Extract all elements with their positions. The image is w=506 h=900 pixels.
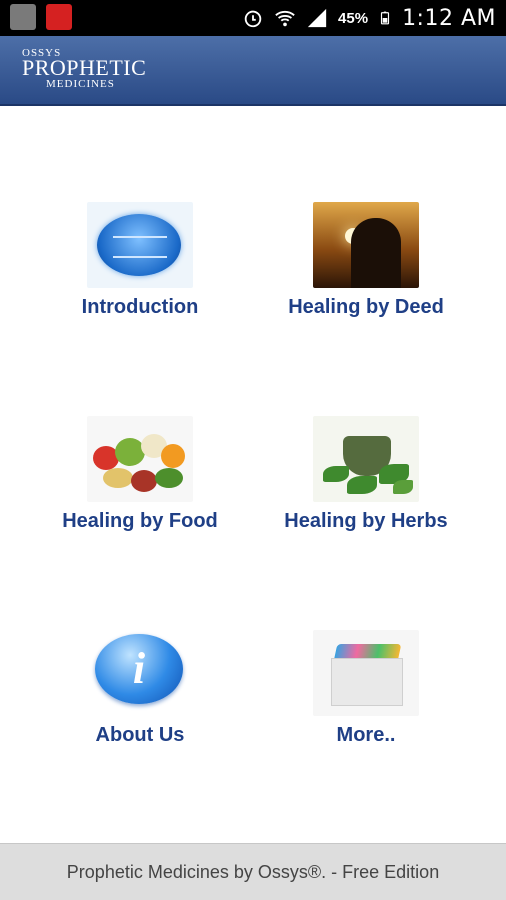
- app-header: OSSYS PROPHETIC MEDICINES: [0, 36, 506, 106]
- menu-item-healing-by-food[interactable]: Healing by Food: [40, 416, 240, 533]
- menu-item-healing-by-herbs[interactable]: Healing by Herbs: [266, 416, 466, 533]
- menu-item-label: Healing by Herbs: [284, 510, 448, 532]
- logo-line-3: MEDICINES: [46, 78, 115, 90]
- menu-item-label: Healing by Food: [62, 510, 218, 532]
- menu-item-about-us[interactable]: i About Us: [40, 630, 240, 747]
- status-time: 1:12 AM: [402, 5, 496, 31]
- menu-item-label: More..: [336, 724, 396, 746]
- introduction-image: [87, 202, 193, 288]
- app-logo: OSSYS PROPHETIC MEDICINES: [22, 48, 146, 90]
- herbs-image: [313, 416, 419, 502]
- wifi-icon: [275, 10, 295, 27]
- info-icon: i: [87, 630, 193, 716]
- signal-icon: [307, 8, 327, 28]
- menu-grid: Introduction Healing by Deed Healing by …: [0, 104, 506, 844]
- menu-item-label: About Us: [95, 724, 185, 746]
- menu-item-more[interactable]: More..: [266, 630, 466, 747]
- notification-app-icon: [10, 4, 36, 30]
- status-bar: 45% 1:12 AM: [0, 0, 506, 36]
- logo-line-2: PROPHETIC: [22, 55, 147, 80]
- more-box-image: [313, 630, 419, 716]
- alarm-icon: [244, 10, 262, 28]
- menu-item-label: Introduction: [81, 296, 199, 318]
- status-bar-left: [10, 4, 72, 30]
- battery-percent: 45%: [338, 9, 369, 27]
- status-bar-right: 45% 1:12 AM: [242, 0, 496, 36]
- menu-item-label: Healing by Deed: [288, 296, 444, 318]
- notification-store-icon: [46, 4, 72, 30]
- prayer-image: [313, 202, 419, 288]
- footer-bar: Prophetic Medicines by Ossys®. - Free Ed…: [0, 843, 506, 900]
- menu-item-introduction[interactable]: Introduction: [40, 202, 240, 319]
- vegetables-image: [87, 416, 193, 502]
- battery-icon: [380, 11, 390, 25]
- menu-item-healing-by-deed[interactable]: Healing by Deed: [266, 202, 466, 319]
- footer-text: Prophetic Medicines by Ossys®. - Free Ed…: [66, 861, 440, 882]
